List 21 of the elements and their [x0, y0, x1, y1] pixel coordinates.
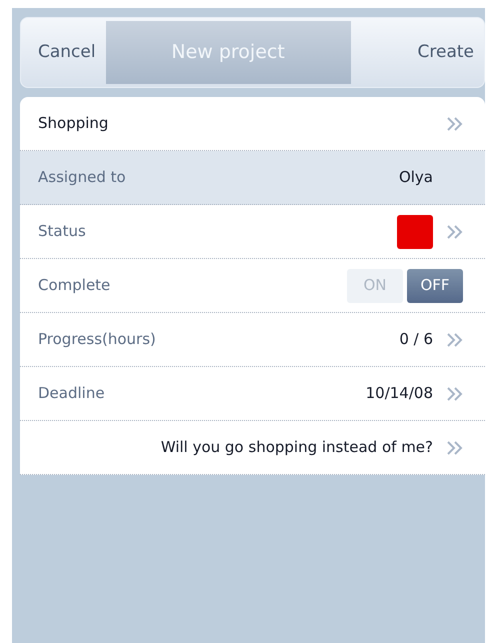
- page-title: New project: [106, 21, 351, 84]
- field-value: 10/14/08: [366, 383, 433, 404]
- project-name: Shopping: [38, 113, 108, 134]
- field-value: 0 / 6: [399, 329, 433, 350]
- note-text: Will you go shopping instead of me?: [160, 437, 433, 458]
- field-label: Progress(hours): [38, 329, 156, 350]
- cancel-button[interactable]: Cancel: [21, 21, 106, 84]
- form-row[interactable]: Deadline 10/14/08: [20, 367, 485, 421]
- form-row[interactable]: Assigned to Olya: [20, 151, 485, 205]
- form-row[interactable]: Progress(hours) 0 / 6: [20, 313, 485, 367]
- form-row[interactable]: Complete ON OFF: [20, 259, 485, 313]
- form-row[interactable]: Status: [20, 205, 485, 259]
- field-label: Deadline: [38, 383, 105, 404]
- form-row[interactable]: Will you go shopping instead of me?: [20, 421, 485, 475]
- status-swatch[interactable]: [397, 214, 433, 248]
- create-button[interactable]: Create: [408, 21, 484, 84]
- off-button[interactable]: OFF: [407, 268, 463, 302]
- field-label: Status: [38, 221, 86, 242]
- field-label: Assigned to: [38, 167, 126, 188]
- field-label: Complete: [38, 275, 110, 296]
- field-value: Olya: [398, 167, 433, 188]
